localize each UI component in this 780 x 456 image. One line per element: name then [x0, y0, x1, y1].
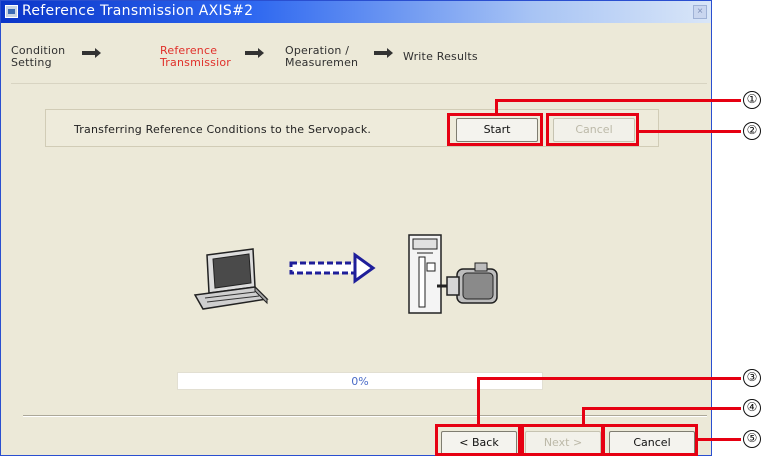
footer-separator — [23, 415, 707, 417]
laptop-icon — [193, 248, 269, 310]
leader-line — [697, 438, 741, 441]
transfer-status-label: Transferring Reference Conditions to the… — [74, 123, 372, 136]
callout-1: ① — [743, 91, 761, 109]
leader-line — [477, 377, 480, 425]
title-bar[interactable]: Reference Transmission AXIS#2 × — [1, 1, 711, 23]
callout-highlight-transfer-cancel — [546, 113, 639, 146]
leader-line — [582, 407, 741, 410]
callout-2: ② — [743, 122, 761, 140]
callout-5: ⑤ — [743, 430, 761, 448]
transfer-illustration — [193, 234, 498, 314]
leader-line — [638, 130, 741, 133]
callout-3: ③ — [743, 369, 761, 387]
transfer-arrow-icon — [289, 252, 376, 284]
leader-line — [582, 407, 585, 425]
servomotor-icon — [437, 262, 498, 304]
app-icon — [5, 5, 18, 18]
step-write-results: Write Results — [403, 50, 478, 63]
step-arrow-icon — [374, 48, 393, 58]
step-arrow-icon — [245, 48, 264, 58]
step-arrow-icon — [82, 48, 101, 58]
step-condition-setting: Condition Setting — [11, 44, 66, 69]
leader-line — [495, 99, 741, 102]
reference-transmission-dialog: Reference Transmission AXIS#2 × Conditio… — [0, 0, 712, 456]
callout-highlight-back — [435, 424, 521, 456]
window-title: Reference Transmission AXIS#2 — [22, 3, 254, 19]
callout-highlight-next — [521, 424, 605, 456]
progress-bar: 0% — [177, 372, 543, 390]
servopack-icon — [408, 234, 442, 314]
callout-highlight-cancel — [601, 424, 698, 456]
step-operation-measurement: Operation / Measuremen — [285, 44, 359, 69]
step-reference-transmission: Reference Transmissior — [160, 44, 232, 69]
leader-line — [477, 377, 741, 380]
close-button[interactable]: × — [693, 5, 707, 19]
callout-4: ④ — [743, 399, 761, 417]
callout-highlight-start — [447, 113, 543, 146]
